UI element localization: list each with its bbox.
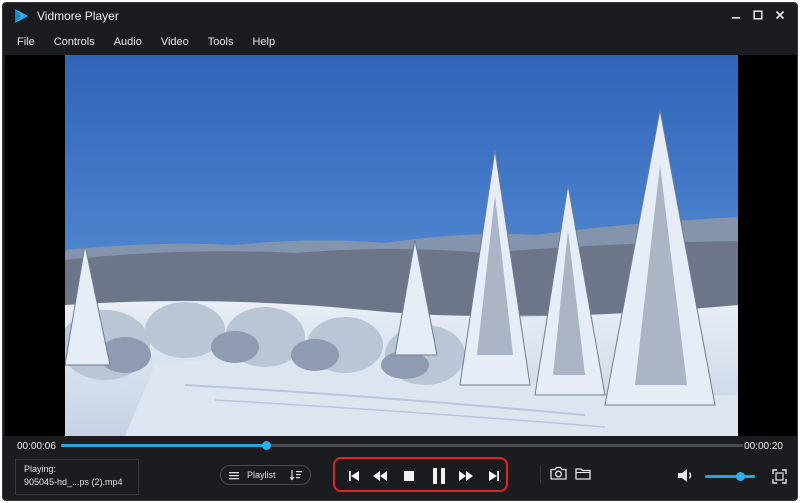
skip-previous-icon[interactable]: [346, 468, 362, 484]
menu-bar: File Controls Audio Video Tools Help: [3, 31, 797, 53]
volume-knob[interactable]: [736, 472, 745, 481]
current-time: 00:00:06: [17, 441, 56, 452]
progress-knob[interactable]: [261, 441, 271, 450]
now-playing-label: Playing:: [24, 464, 57, 474]
now-playing-file: 905045-hd_...ps (2).mp4: [24, 477, 123, 487]
title-bar: Vidmore Player: [3, 3, 797, 29]
playback-controls: [333, 457, 508, 492]
progress-fill: [61, 444, 266, 447]
volume-fill: [705, 475, 740, 478]
volume-icon[interactable]: [677, 467, 695, 483]
maximize-icon[interactable]: [749, 6, 767, 24]
total-time: 00:00:20: [744, 441, 783, 452]
progress-bar[interactable]: [61, 441, 743, 450]
menu-tools[interactable]: Tools: [208, 36, 234, 48]
fullscreen-icon[interactable]: [771, 468, 787, 484]
playlist-label: Playlist: [247, 470, 276, 480]
rewind-icon[interactable]: [372, 468, 388, 484]
menu-file[interactable]: File: [17, 36, 35, 48]
menu-audio[interactable]: Audio: [114, 36, 142, 48]
now-playing-box: Playing: 905045-hd_...ps (2).mp4: [15, 459, 139, 495]
minimize-icon[interactable]: [727, 6, 745, 24]
video-frame[interactable]: [65, 55, 738, 436]
menu-video[interactable]: Video: [161, 36, 189, 48]
app-logo-icon: [15, 9, 28, 23]
video-scene: [65, 55, 738, 436]
player-window: Vidmore Player File Controls Audio Video…: [2, 2, 798, 501]
snapshot-icon[interactable]: [549, 465, 567, 481]
window-controls: [727, 6, 789, 24]
open-folder-icon[interactable]: [574, 466, 591, 481]
skip-next-icon[interactable]: [486, 468, 502, 484]
pause-icon[interactable]: [430, 466, 448, 486]
video-area[interactable]: [5, 55, 797, 436]
divider: [540, 465, 541, 483]
list-icon: [229, 471, 239, 479]
app-title: Vidmore Player: [37, 9, 119, 23]
playlist-button[interactable]: Playlist: [220, 465, 311, 485]
sort-icon[interactable]: [290, 469, 302, 481]
menu-help[interactable]: Help: [252, 36, 275, 48]
stop-icon[interactable]: [401, 468, 417, 484]
volume-slider[interactable]: [705, 475, 755, 478]
fast-forward-icon[interactable]: [458, 468, 474, 484]
menu-controls[interactable]: Controls: [54, 36, 95, 48]
close-icon[interactable]: [771, 6, 789, 24]
